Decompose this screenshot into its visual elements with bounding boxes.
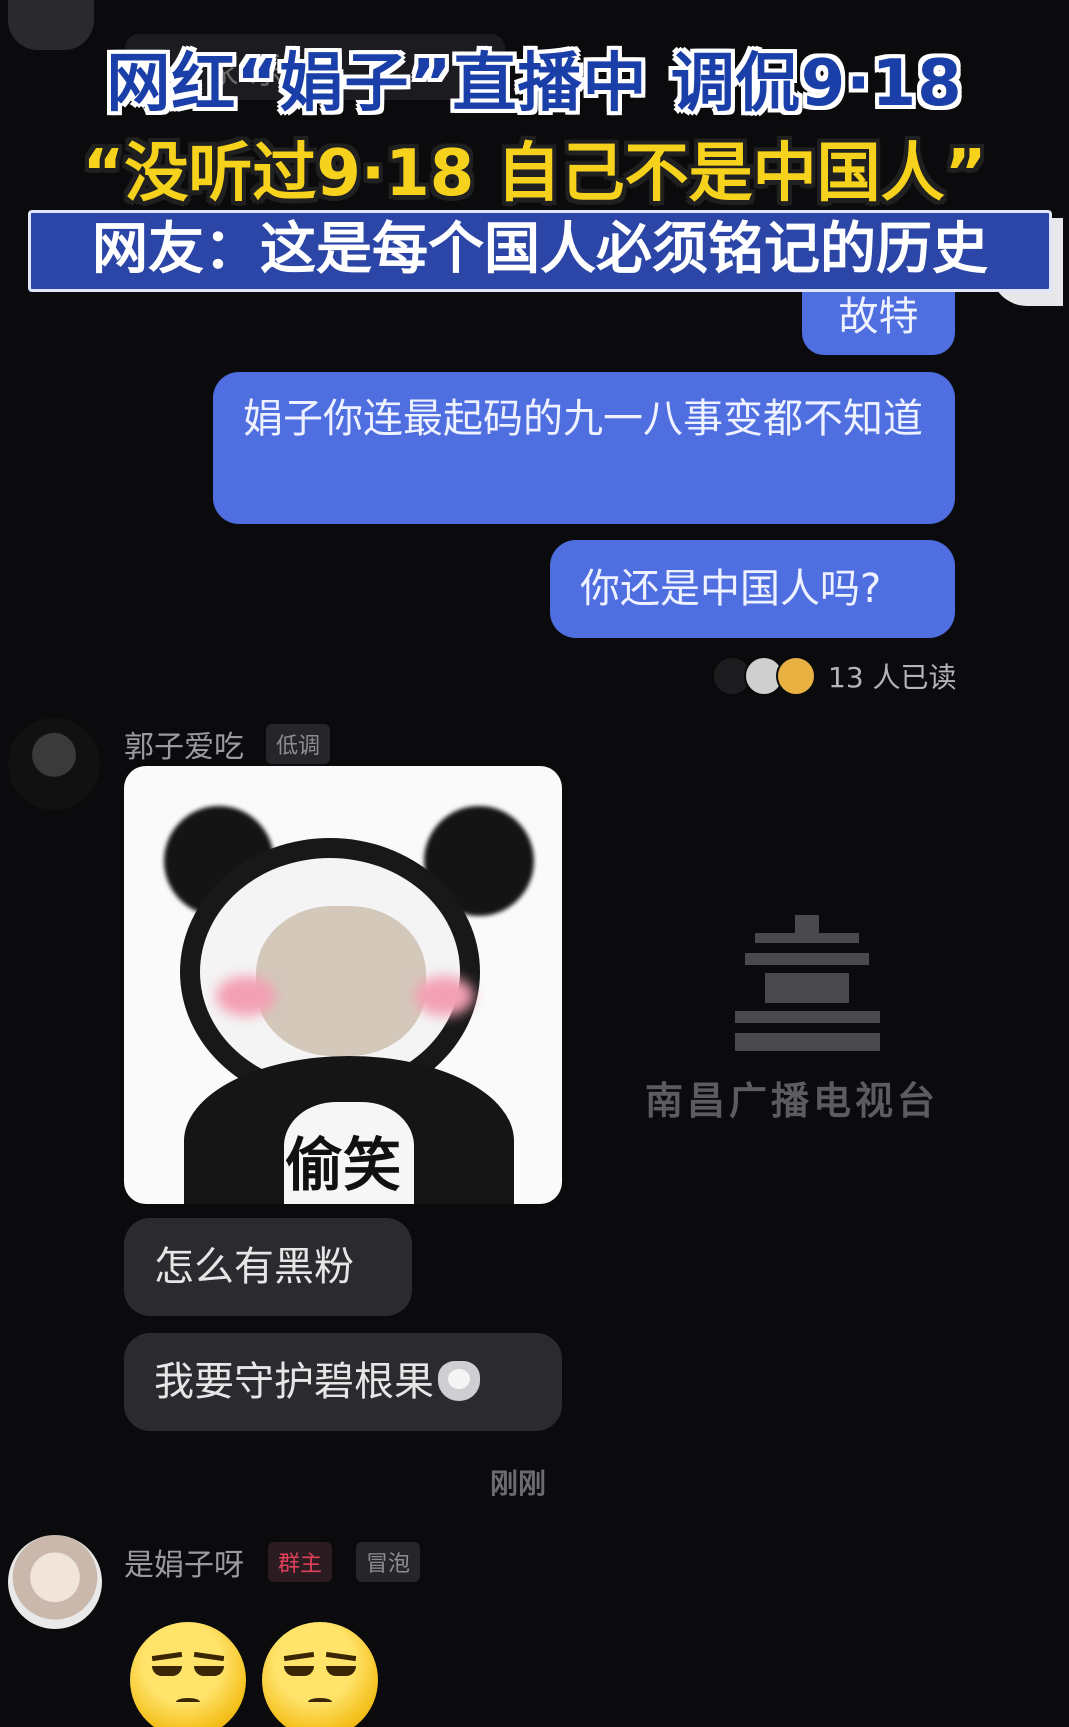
- smug-face-emoji[interactable]: [262, 1622, 378, 1727]
- received-message-2-text: 我要守护碧根果: [154, 1359, 434, 1405]
- reader-avatar: [776, 656, 816, 696]
- headline-line-2: “没听过9·18 自己不是中国人”: [82, 137, 987, 211]
- message-timestamp: 刚刚: [490, 1467, 547, 1500]
- avatar[interactable]: [8, 1535, 102, 1629]
- headline-banner: 网友：这是每个国人必须铭记的历史: [28, 210, 1052, 292]
- sent-message-partial[interactable]: 故特: [802, 285, 955, 355]
- panda-face: [256, 906, 426, 1056]
- panda-sticker[interactable]: 偷笑: [124, 766, 562, 1204]
- broadcaster-logo-icon: [735, 915, 880, 1055]
- received-message-1[interactable]: 怎么有黑粉: [124, 1218, 412, 1316]
- sender-name: 是娟子呀: [124, 1548, 244, 1583]
- headline-line-1: 网红“娟子”直播中 调侃9·18: [106, 47, 963, 121]
- sticker-caption: 偷笑: [284, 1131, 401, 1199]
- avatar[interactable]: [8, 718, 100, 810]
- smug-face-emoji[interactable]: [130, 1622, 246, 1727]
- user-level-tag: 冒泡: [356, 1542, 421, 1582]
- user-level-tag: 低调: [266, 724, 331, 764]
- sent-message-1[interactable]: 娟子你连最起码的九一八事变都不知道: [213, 372, 955, 524]
- sent-message-2[interactable]: 你还是中国人吗?: [550, 540, 955, 638]
- sender-name: 郭子爱吃: [124, 730, 244, 765]
- broadcaster-watermark: 南昌广播电视台: [645, 1079, 940, 1123]
- read-receipt[interactable]: 13 人已读: [712, 654, 957, 698]
- received-message-2[interactable]: 我要守护碧根果: [124, 1333, 562, 1431]
- cat-emoji-icon: [438, 1361, 480, 1401]
- read-count: 13 人已读: [828, 661, 957, 694]
- panda-blush: [414, 976, 474, 1016]
- group-owner-tag: 群主: [268, 1542, 333, 1582]
- reader-avatars: [712, 656, 816, 696]
- panda-blush: [216, 976, 276, 1016]
